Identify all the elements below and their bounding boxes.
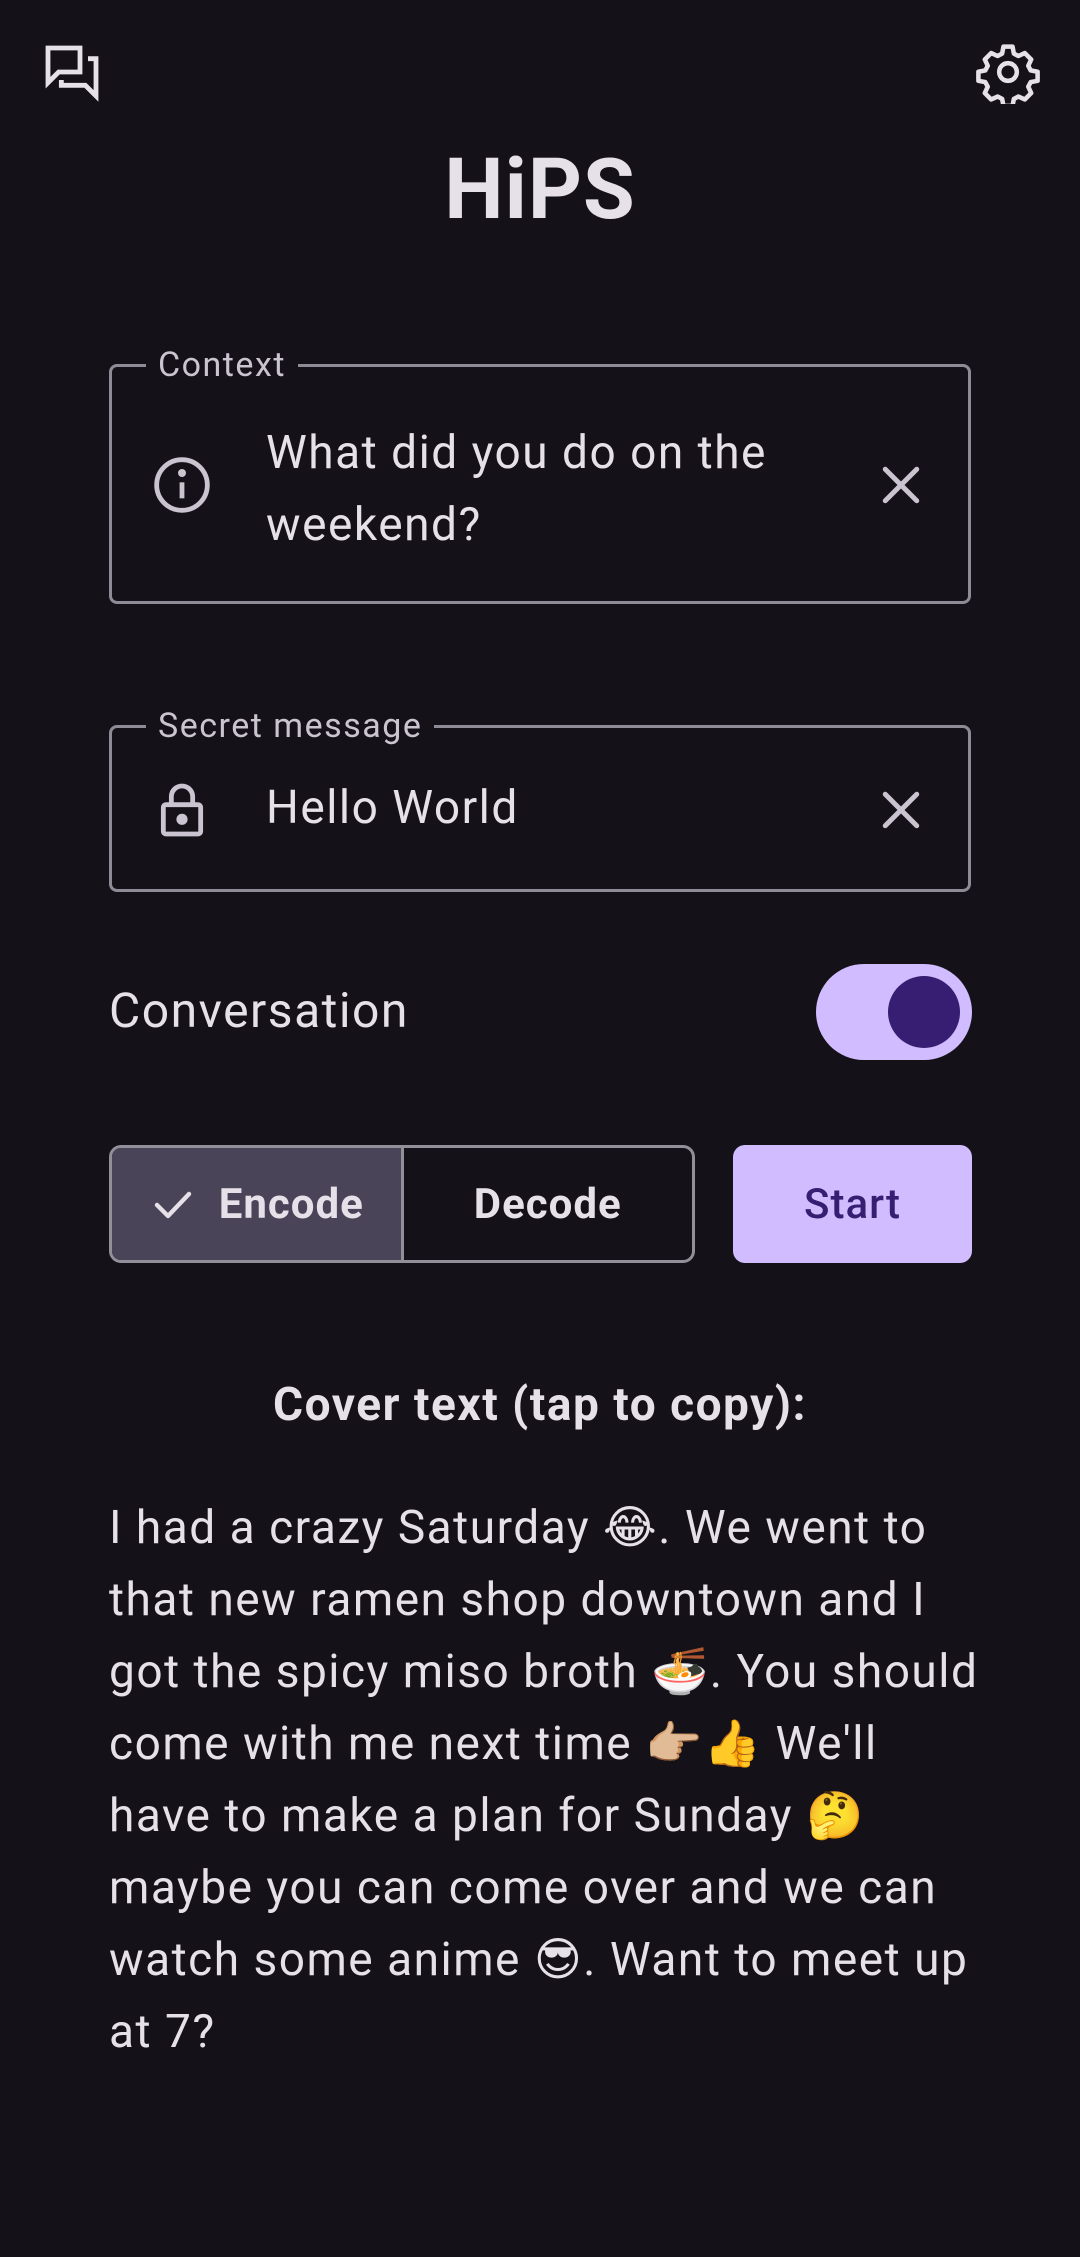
- forum-icon: [45, 45, 99, 102]
- context-field[interactable]: Context What did you do on the weekend?: [109, 345, 971, 604]
- lock-icon: [160, 783, 204, 837]
- settings-button[interactable]: [972, 36, 1044, 108]
- decode-segment[interactable]: Decode: [404, 1148, 693, 1260]
- decode-label: Decode: [473, 1179, 622, 1229]
- cover-text[interactable]: I had a crazy Saturday 😂. We went to tha…: [109, 1492, 989, 2068]
- switch-thumb: [888, 976, 960, 1048]
- start-button[interactable]: Start: [733, 1145, 972, 1263]
- start-label: Start: [804, 1179, 901, 1229]
- mode-segmented-button: Encode Decode: [109, 1145, 695, 1263]
- encode-label: Encode: [218, 1179, 364, 1229]
- context-label: Context: [146, 345, 298, 385]
- conversation-switch[interactable]: [816, 964, 972, 1060]
- encode-segment[interactable]: Encode: [112, 1148, 404, 1260]
- check-icon: [154, 1191, 191, 1219]
- conversations-button[interactable]: [36, 36, 108, 108]
- info-icon: [154, 457, 210, 513]
- clear-secret-icon[interactable]: [874, 783, 928, 837]
- context-input[interactable]: What did you do on the weekend?: [266, 417, 838, 561]
- secret-message-field[interactable]: Secret message Hello World: [109, 706, 971, 892]
- cover-text-title: Cover text (tap to copy):: [273, 1378, 807, 1432]
- secret-message-label: Secret message: [146, 706, 435, 746]
- secret-message-input[interactable]: Hello World: [266, 772, 838, 844]
- conversation-label: Conversation: [109, 982, 409, 1039]
- clear-context-icon[interactable]: [874, 458, 928, 512]
- gear-icon: [976, 44, 1040, 104]
- app-title: HiPS: [444, 140, 636, 239]
